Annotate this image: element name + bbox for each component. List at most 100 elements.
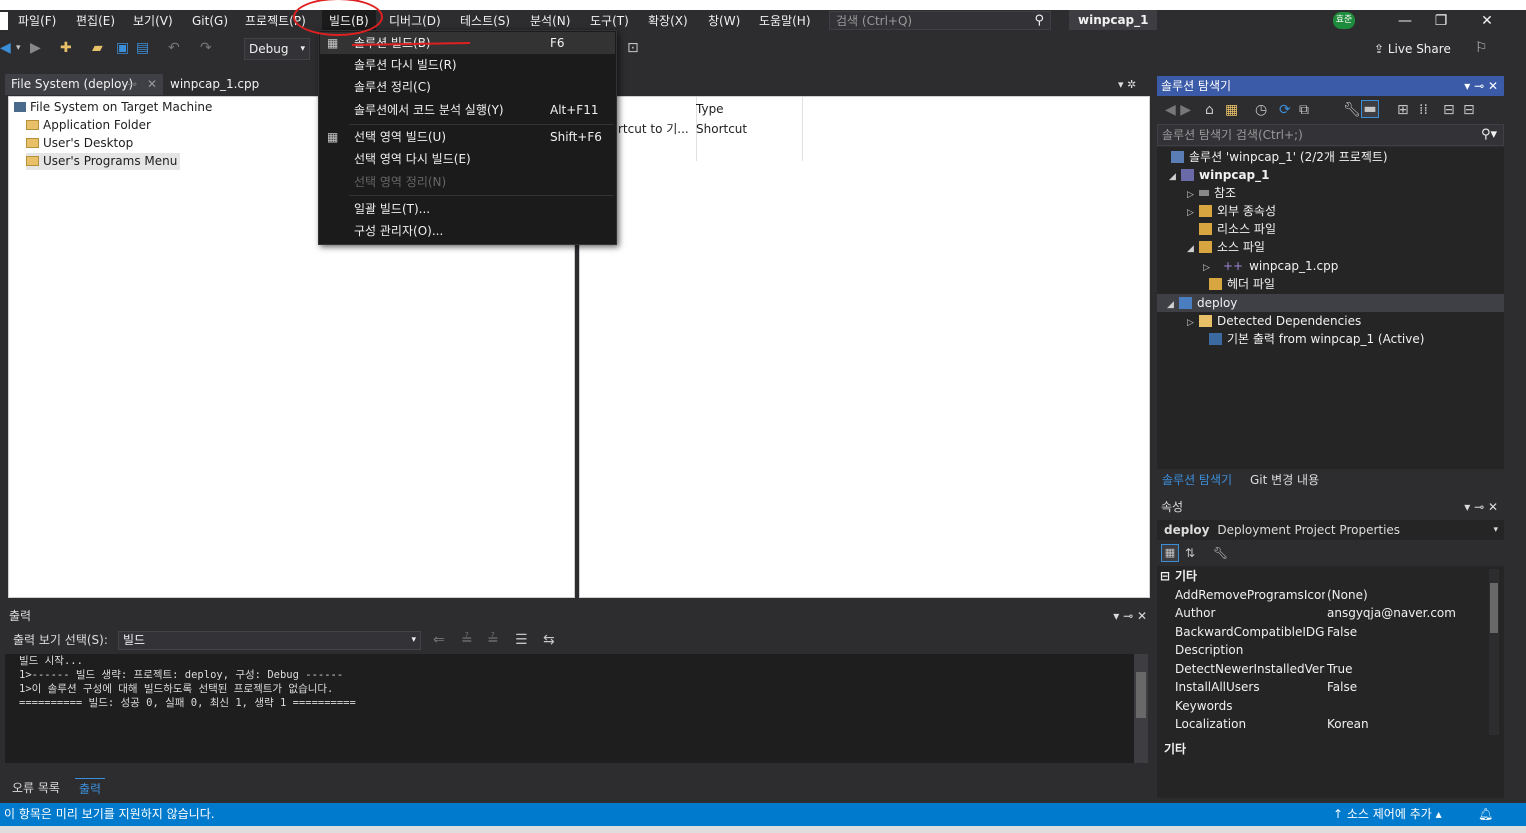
add-to-source-control-button[interactable]: ↑ 소스 제어에 추가 ▴	[1333, 803, 1442, 826]
forward-icon[interactable]: ▶	[30, 40, 41, 56]
collapse-box-icon[interactable]: ⊟	[1160, 567, 1170, 585]
save-icon[interactable]: ▣	[116, 40, 129, 56]
menu-extensions[interactable]: 확장(X)	[648, 10, 688, 32]
configuration-select[interactable]: Debug ▾	[244, 38, 310, 60]
menu-item-clean-solution[interactable]: 솔루션 정리(C)	[319, 76, 616, 98]
tab-solution-explorer[interactable]: 솔루션 탐색기	[1162, 470, 1232, 490]
properties-object-select[interactable]: deploy Deployment Project Properties ▾	[1157, 520, 1504, 540]
properties-wrench-icon[interactable]: 🔧︎	[1343, 102, 1361, 118]
notification-bell-icon[interactable]: 🔔︎	[1478, 803, 1493, 826]
tree-item-solution[interactable]: 솔루션 'winpcap_1' (2/2개 프로젝트)	[1171, 148, 1388, 166]
find-message-icon[interactable]: ⇐	[433, 632, 445, 648]
tree-item-project-winpcap[interactable]: ◢ winpcap_1	[1169, 166, 1269, 184]
menu-tools[interactable]: 도구(T)	[590, 10, 629, 32]
column-header-type[interactable]: Type	[696, 101, 724, 118]
user-avatar[interactable]: 효준	[1333, 12, 1355, 29]
next-message-icon[interactable]: ≟	[487, 632, 499, 648]
property-row[interactable]: Localization Korean	[1157, 715, 1487, 733]
feedback-icon[interactable]: ⚐	[1475, 40, 1488, 56]
live-share-button[interactable]: ⇪ Live Share	[1374, 41, 1451, 57]
scrollbar-thumb[interactable]	[1136, 672, 1146, 718]
refresh-icon[interactable]: ⟳	[1279, 102, 1291, 118]
back-dropdown-icon[interactable]: ▾	[16, 40, 21, 56]
property-scrollbar[interactable]	[1489, 569, 1499, 735]
tree-item-source-files[interactable]: ◢ 소스 파일	[1187, 238, 1265, 256]
property-row[interactable]: Author ansgyqja@naver.com	[1157, 604, 1487, 622]
tree-item-user-programs-menu[interactable]: User's Programs Menu	[26, 153, 181, 170]
open-icon[interactable]: ▰	[92, 40, 103, 56]
tab-file-system[interactable]: File System (deploy) ⊸ ✕	[5, 74, 163, 95]
category-row[interactable]: ⊟ 기타	[1157, 567, 1487, 585]
search-box[interactable]: 검색 (Ctrl+Q) ⚲	[829, 11, 1051, 30]
tab-winpcap-cpp[interactable]: winpcap_1.cpp	[165, 74, 259, 95]
tree-item-header-files[interactable]: 헤더 파일	[1209, 275, 1275, 293]
menu-analyze[interactable]: 분석(N)	[530, 10, 570, 32]
property-row[interactable]: BackwardCompatibleIDGeneratorFalse	[1157, 623, 1487, 641]
home-icon[interactable]: ⌂	[1205, 102, 1214, 118]
menu-file[interactable]: 파일(F)	[18, 10, 56, 32]
menu-item-rebuild-solution[interactable]: 솔루션 다시 빌드(R)	[319, 54, 616, 76]
property-row[interactable]: Description	[1157, 641, 1487, 659]
tree-item-application-folder[interactable]: Application Folder	[26, 117, 151, 134]
collapse-icon[interactable]: ⧉	[1299, 102, 1309, 118]
solution-search-input[interactable]: 솔루션 탐색기 검색(Ctrl+;) ⚲▾	[1157, 124, 1504, 146]
collapse-arrow-icon[interactable]: ▷	[1187, 314, 1199, 332]
expand-icon[interactable]: ◢	[1187, 240, 1199, 258]
expand-icon[interactable]: ◢	[1169, 168, 1181, 186]
tree-item-external-deps[interactable]: ▷ 외부 종속성	[1187, 202, 1276, 220]
save-all-icon[interactable]: ▤	[136, 40, 149, 56]
switch-view-icon[interactable]: ▦	[1225, 102, 1238, 118]
close-icon[interactable]: ✕	[1464, 10, 1510, 32]
restore-icon[interactable]: ❐	[1418, 10, 1464, 32]
clear-all-icon[interactable]: ☰	[515, 632, 528, 648]
scrollbar-thumb[interactable]	[1490, 583, 1498, 633]
new-project-icon[interactable]: ✚	[60, 40, 72, 56]
panel-controls-icon[interactable]: ▾ ⊸ ✕	[1464, 497, 1498, 517]
tree-item-primary-output[interactable]: 기본 출력 from winpcap_1 (Active)	[1209, 330, 1424, 348]
categorized-icon[interactable]: ▦	[1161, 544, 1179, 562]
history-icon[interactable]: ◷	[1255, 102, 1267, 118]
undo-icon[interactable]: ↶	[168, 40, 180, 56]
property-pages-icon[interactable]: 🔧︎	[1213, 545, 1228, 561]
menu-item-code-analysis[interactable]: 솔루션에서 코드 분석 실행(Y) Alt+F11	[319, 99, 616, 121]
menu-view[interactable]: 보기(V)	[133, 10, 173, 32]
output-horizontal-scrollbar[interactable]	[5, 763, 1134, 777]
pin-icon[interactable]: ⊸	[127, 74, 137, 95]
property-row[interactable]: InstallAllUsers False	[1157, 678, 1487, 696]
tree-item-user-desktop[interactable]: User's Desktop	[26, 135, 133, 152]
back-icon[interactable]: ◀	[0, 40, 11, 56]
expand-icon[interactable]: ◢	[1167, 296, 1179, 314]
back-icon[interactable]: ◀ ▶	[1165, 102, 1191, 118]
panel-controls-icon[interactable]: ▾ ⊸ ✕	[1464, 76, 1498, 96]
tab-close-icon[interactable]: ✕	[147, 74, 157, 95]
tab-git-changes[interactable]: Git 변경 내용	[1250, 470, 1319, 490]
property-row[interactable]: DetectNewerInstalledVersionTrue	[1157, 660, 1487, 678]
detail-name-cell[interactable]: rtcut to 기...	[618, 121, 689, 138]
tree-item-detected-deps[interactable]: ▷ Detected Dependencies	[1187, 312, 1361, 330]
file2-icon[interactable]: ⊟	[1463, 102, 1475, 118]
output-source-select[interactable]: 빌드 ▾	[118, 631, 421, 650]
redo-icon[interactable]: ↷	[200, 40, 212, 56]
menu-item-configuration-manager[interactable]: 구성 관리자(O)...	[319, 220, 616, 242]
tab-error-list[interactable]: 오류 목록	[12, 778, 60, 798]
menu-window[interactable]: 창(W)	[708, 10, 740, 32]
menu-debug[interactable]: 디버그(D)	[389, 10, 441, 32]
property-row[interactable]: AddRemoveProgramsIcon (None)	[1157, 586, 1487, 604]
output-vertical-scrollbar[interactable]	[1134, 654, 1148, 763]
word-wrap-icon[interactable]: ⇆	[543, 632, 555, 648]
menu-test[interactable]: 테스트(S)	[460, 10, 510, 32]
tree-item-resource-files[interactable]: 리소스 파일	[1199, 220, 1276, 238]
alphabetical-icon[interactable]: ⇅	[1185, 545, 1195, 561]
view-icon[interactable]: ⊞	[1397, 102, 1409, 118]
menu-item-build-selection[interactable]: ▦ 선택 영역 빌드(U) Shift+F6	[319, 126, 616, 148]
collapse-arrow-icon[interactable]: ▷	[1187, 204, 1199, 222]
property-row[interactable]: Keywords	[1157, 697, 1487, 715]
menu-help[interactable]: 도움말(H)	[759, 10, 811, 32]
menu-item-rebuild-selection[interactable]: 선택 영역 다시 빌드(E)	[319, 148, 616, 170]
tree-item-root[interactable]: File System on Target Machine	[14, 99, 212, 116]
tab-overflow-icon[interactable]: ▾ ✲	[1118, 74, 1136, 95]
menu-item-batch-build[interactable]: 일괄 빌드(T)...	[319, 198, 616, 220]
prev-message-icon[interactable]: ≟	[461, 632, 473, 648]
tree-item-winpcap-cpp[interactable]: ▷ ++ winpcap_1.cpp	[1203, 257, 1338, 275]
menu-git[interactable]: Git(G)	[192, 10, 228, 32]
